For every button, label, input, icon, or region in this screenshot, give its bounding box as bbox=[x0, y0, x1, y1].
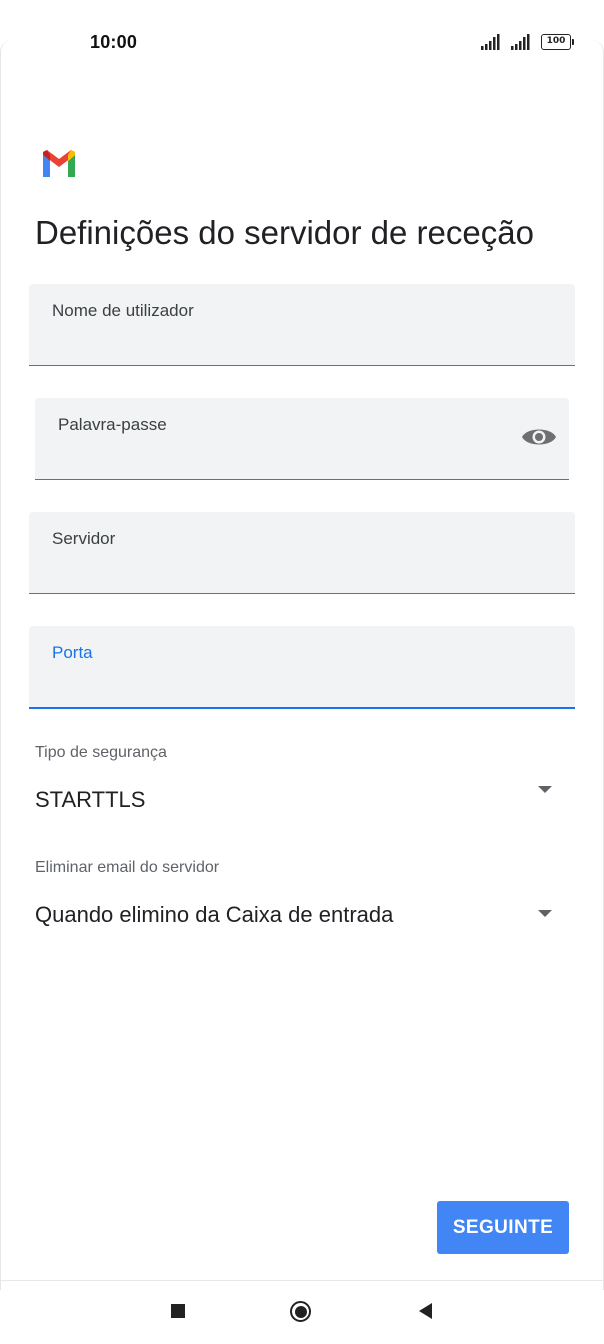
home-icon[interactable] bbox=[290, 1301, 311, 1322]
password-field[interactable]: Palavra-passe bbox=[35, 398, 569, 480]
status-bar: 10:00 100 bbox=[0, 0, 604, 86]
navigation-bar bbox=[0, 1280, 604, 1344]
signal-icon bbox=[481, 34, 500, 50]
status-time: 10:00 bbox=[90, 32, 138, 52]
frame-edge-left bbox=[0, 40, 12, 1290]
signal-icon bbox=[511, 34, 530, 50]
battery-level: 100 bbox=[541, 34, 571, 50]
frame-edge-right bbox=[592, 40, 604, 1290]
recents-icon[interactable] bbox=[171, 1304, 185, 1318]
chevron-down-icon bbox=[538, 786, 552, 793]
eye-icon[interactable] bbox=[521, 424, 557, 450]
username-label: Nome de utilizador bbox=[52, 301, 194, 320]
port-label: Porta bbox=[52, 643, 93, 662]
status-icons: 100 bbox=[481, 34, 574, 50]
page-title: Definições do servidor de receção bbox=[35, 214, 534, 251]
server-label: Servidor bbox=[52, 529, 116, 548]
screen: 10:00 100 Definições do servidor de rece… bbox=[0, 0, 604, 1344]
security-type-dropdown[interactable]: STARTTLS bbox=[29, 776, 575, 824]
delete-email-value: Quando elimino da Caixa de entrada bbox=[35, 902, 394, 927]
back-icon[interactable] bbox=[419, 1303, 432, 1319]
security-type-label: Tipo de segurança bbox=[35, 744, 167, 761]
next-button[interactable]: SEGUINTE bbox=[437, 1201, 569, 1254]
battery-icon: 100 bbox=[541, 34, 574, 50]
security-type-value: STARTTLS bbox=[35, 787, 146, 812]
server-field[interactable]: Servidor bbox=[29, 512, 575, 594]
password-label: Palavra-passe bbox=[58, 415, 167, 434]
delete-email-label: Eliminar email do servidor bbox=[35, 859, 220, 876]
delete-email-dropdown[interactable]: Quando elimino da Caixa de entrada bbox=[29, 891, 575, 939]
username-field[interactable]: Nome de utilizador bbox=[29, 284, 575, 366]
chevron-down-icon bbox=[538, 910, 552, 917]
port-field[interactable]: Porta bbox=[29, 626, 575, 709]
gmail-logo-icon bbox=[36, 141, 82, 187]
